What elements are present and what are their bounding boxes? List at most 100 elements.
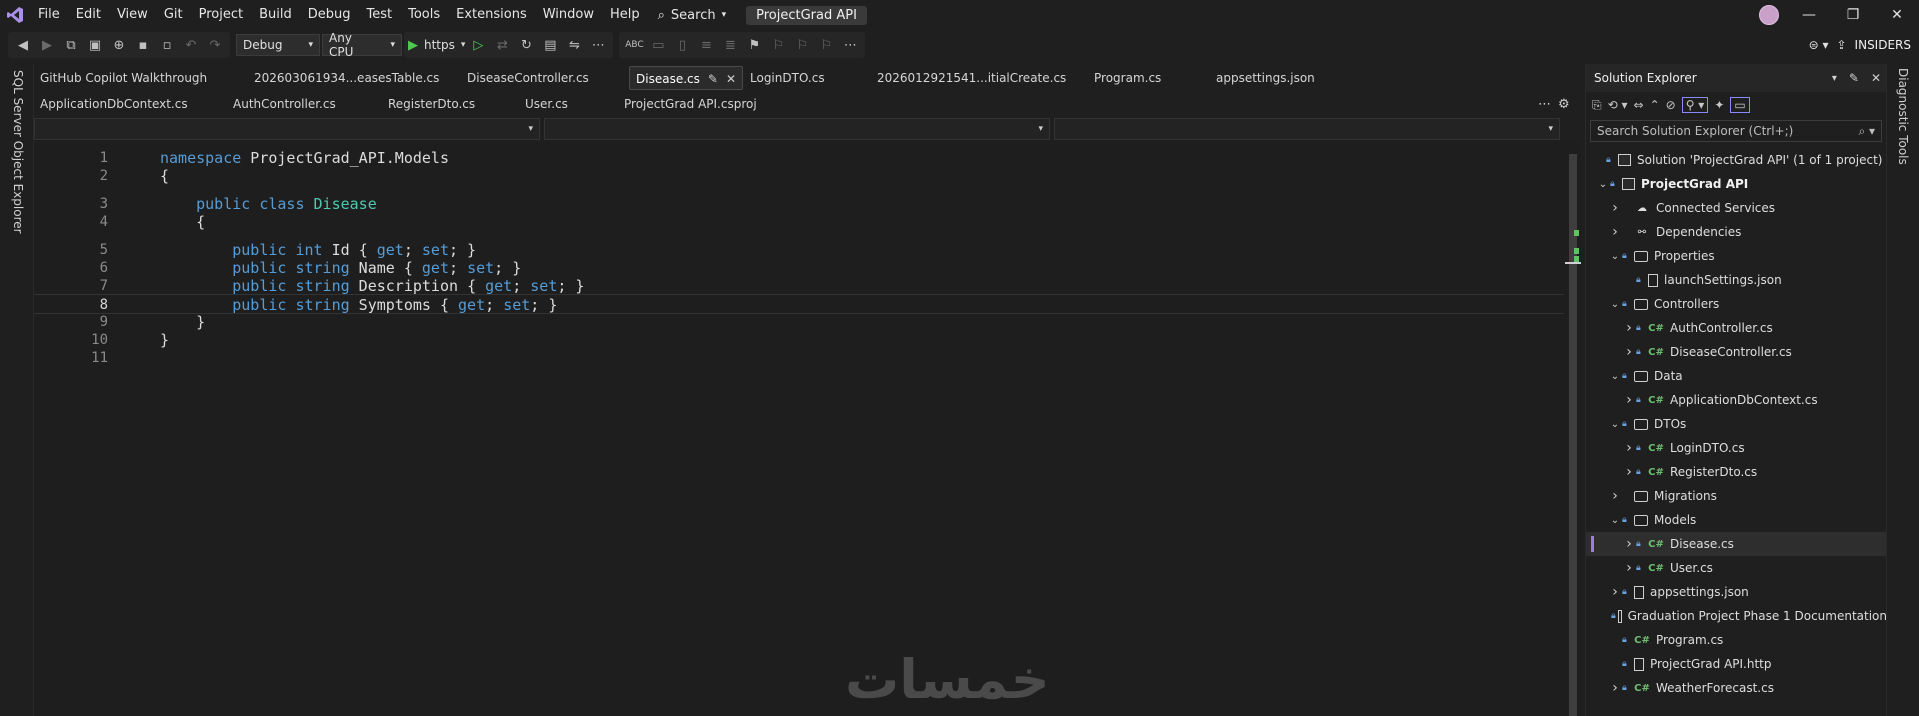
code-line[interactable]: 7 public string Description { get; set; …: [34, 276, 1564, 296]
tree-item[interactable]: › 🔒︎ appsettings.json: [1586, 580, 1887, 604]
member-dropdown[interactable]: ▾: [1054, 118, 1560, 140]
tree-item[interactable]: › 🔒︎ C# AuthController.cs: [1586, 316, 1887, 340]
start-debugging-icon[interactable]: ▶: [408, 38, 418, 53]
sql-server-object-explorer-tab[interactable]: SQL Server Object Explorer: [11, 70, 25, 234]
chevron-right-icon[interactable]: ›: [1622, 392, 1636, 408]
close-icon[interactable]: ✕: [726, 72, 736, 86]
close-icon[interactable]: ✕: [1871, 71, 1881, 85]
menu-help[interactable]: Help: [602, 0, 648, 30]
run-profile-label[interactable]: https: [420, 38, 459, 52]
preview-icon[interactable]: ▭: [1730, 97, 1750, 113]
tab-disease-cs[interactable]: Disease.cs ✎ ✕: [629, 66, 743, 90]
chevron-right-icon[interactable]: ›: [1608, 584, 1622, 600]
restore-button[interactable]: ❐: [1831, 0, 1875, 30]
save-all-icon[interactable]: ▫: [156, 34, 178, 56]
code-line[interactable]: 1 namespace ProjectGrad_API.Models: [34, 148, 1564, 168]
new-item-icon[interactable]: ▣: [84, 34, 106, 56]
tab-program-cs[interactable]: Program.cs: [1094, 66, 1161, 90]
chevron-right-icon[interactable]: ›: [1622, 344, 1636, 360]
outdent-icon[interactable]: ≣: [719, 34, 741, 56]
solution-explorer-search[interactable]: Search Solution Explorer (Ctrl+;) ⌕ ▾: [1590, 120, 1882, 142]
open-icon[interactable]: ⊕: [108, 34, 130, 56]
code-line[interactable]: 5 public int Id { get; set; }: [34, 240, 1564, 260]
tab-auth-controller[interactable]: AuthController.cs: [233, 92, 336, 116]
tree-item[interactable]: ⌄ 🔒︎ Controllers: [1586, 292, 1887, 316]
chevron-right-icon[interactable]: ›: [1622, 320, 1636, 336]
tree-item[interactable]: 🔒︎ Solution 'ProjectGrad API' (1 of 1 pro…: [1586, 148, 1887, 172]
comment-icon[interactable]: ▭: [647, 34, 669, 56]
code-line[interactable]: 8 public string Symptoms { get; set; }: [34, 294, 1564, 314]
chevron-down-icon[interactable]: ⌄: [1608, 419, 1622, 430]
switch-views-icon[interactable]: ⎘: [1592, 98, 1602, 113]
avatar[interactable]: [1759, 5, 1779, 25]
search-input[interactable]: Search Solution Explorer (Ctrl+;): [1597, 124, 1793, 138]
tree-item[interactable]: ⌄ 🔒︎ Properties: [1586, 244, 1887, 268]
tree-item[interactable]: ⌄ 🔒︎ DTOs: [1586, 412, 1887, 436]
live-share-icon[interactable]: ⇪: [1836, 38, 1846, 52]
tab-appsettings-json[interactable]: appsettings.json: [1216, 66, 1315, 90]
type-dropdown[interactable]: ▾: [544, 118, 1050, 140]
gear-icon[interactable]: ⚙: [1558, 97, 1570, 112]
chevron-right-icon[interactable]: ›: [1622, 464, 1636, 480]
save-icon[interactable]: ▪: [132, 34, 154, 56]
editor-scrollbar[interactable]: [1564, 142, 1582, 716]
minimize-button[interactable]: —: [1787, 0, 1831, 30]
configuration-dropdown[interactable]: Debug ▾: [236, 34, 320, 56]
close-window-button[interactable]: ✕: [1875, 0, 1919, 30]
more-options-icon[interactable]: ⋯: [839, 34, 861, 56]
sync-icon[interactable]: ⇋: [563, 34, 585, 56]
chevron-right-icon[interactable]: ›: [1608, 488, 1622, 504]
pin-icon[interactable]: ✎: [1849, 71, 1859, 85]
tree-item[interactable]: 🔒︎ launchSettings.json: [1586, 268, 1887, 292]
tree-item[interactable]: › 🔒︎ C# RegisterDto.cs: [1586, 460, 1887, 484]
menu-file[interactable]: File: [30, 0, 68, 30]
chevron-right-icon[interactable]: ›: [1608, 224, 1622, 240]
tab-csproj[interactable]: ProjectGrad API.csproj: [624, 92, 757, 116]
tree-item[interactable]: 🔒︎ ProjectGrad API.http: [1586, 652, 1887, 676]
menu-test[interactable]: Test: [359, 0, 401, 30]
chevron-down-icon[interactable]: ⌄: [1608, 251, 1622, 262]
scrollbar-thumb[interactable]: [1569, 154, 1577, 716]
collapse-all-icon[interactable]: ⌃: [1650, 98, 1660, 112]
insiders-label[interactable]: INSIDERS: [1855, 38, 1911, 52]
platform-dropdown[interactable]: Any CPU ▾: [322, 31, 402, 59]
filter-icon[interactable]: ⚲ ▾: [1681, 97, 1709, 113]
menu-project[interactable]: Project: [191, 0, 251, 30]
navigate-forward-icon[interactable]: ▶: [36, 34, 58, 56]
code-line[interactable]: 2{: [34, 166, 1564, 186]
navigate-back-icon[interactable]: ◀: [12, 34, 34, 56]
tree-item[interactable]: ⌄ 🔒︎ ProjectGrad API: [1586, 172, 1887, 196]
chevron-down-icon[interactable]: ▾: [1832, 73, 1837, 84]
pin-icon[interactable]: ✎: [708, 72, 718, 86]
pending-changes-icon[interactable]: ⟲ ▾: [1608, 98, 1628, 112]
menu-build[interactable]: Build: [251, 0, 300, 30]
sync-with-document-icon[interactable]: ⇔: [1634, 98, 1644, 112]
properties-icon[interactable]: ✦: [1714, 98, 1724, 112]
chevron-right-icon[interactable]: ›: [1622, 560, 1636, 576]
search-menu[interactable]: ⌕ Search ▾: [648, 0, 736, 30]
chevron-down-icon[interactable]: ⌄: [1608, 371, 1622, 382]
tab-initial-create-migration[interactable]: 2026012921541...itialCreate.cs: [877, 66, 1066, 90]
tab-user-cs[interactable]: User.cs: [525, 92, 568, 116]
start-without-debugging-icon[interactable]: ▷: [467, 34, 489, 56]
tab-register-dto[interactable]: RegisterDto.cs: [388, 92, 475, 116]
tree-item[interactable]: › 🔒︎ C# DiseaseController.cs: [1586, 340, 1887, 364]
code-editor[interactable]: 1 namespace ProjectGrad_API.Models 2{3 pub…: [34, 142, 1564, 716]
code-line[interactable]: 6 public string Name { get; set; }: [34, 258, 1564, 278]
more-tabs-icon[interactable]: ⋯: [1538, 97, 1551, 112]
menu-window[interactable]: Window: [535, 0, 602, 30]
menu-edit[interactable]: Edit: [68, 0, 109, 30]
tree-item[interactable]: 🔒︎ C# Program.cs: [1586, 628, 1887, 652]
tree-item[interactable]: › 🔒︎ C# User.cs: [1586, 556, 1887, 580]
bookmark-icon[interactable]: ⚑: [743, 34, 765, 56]
spell-check-icon[interactable]: ABC: [623, 34, 645, 56]
browse-icon[interactable]: ▤: [539, 34, 561, 56]
chevron-down-icon[interactable]: ⌄: [1608, 515, 1622, 526]
tab-diseases-table-migration[interactable]: 202603061934...easesTable.cs: [254, 66, 439, 90]
menu-debug[interactable]: Debug: [300, 0, 359, 30]
menu-git[interactable]: Git: [156, 0, 191, 30]
tree-item[interactable]: › Migrations: [1586, 484, 1887, 508]
new-project-icon[interactable]: ⧉: [60, 34, 82, 56]
tree-item[interactable]: › 🔒︎ C# ApplicationDbContext.cs: [1586, 388, 1887, 412]
chevron-right-icon[interactable]: ›: [1608, 680, 1622, 696]
